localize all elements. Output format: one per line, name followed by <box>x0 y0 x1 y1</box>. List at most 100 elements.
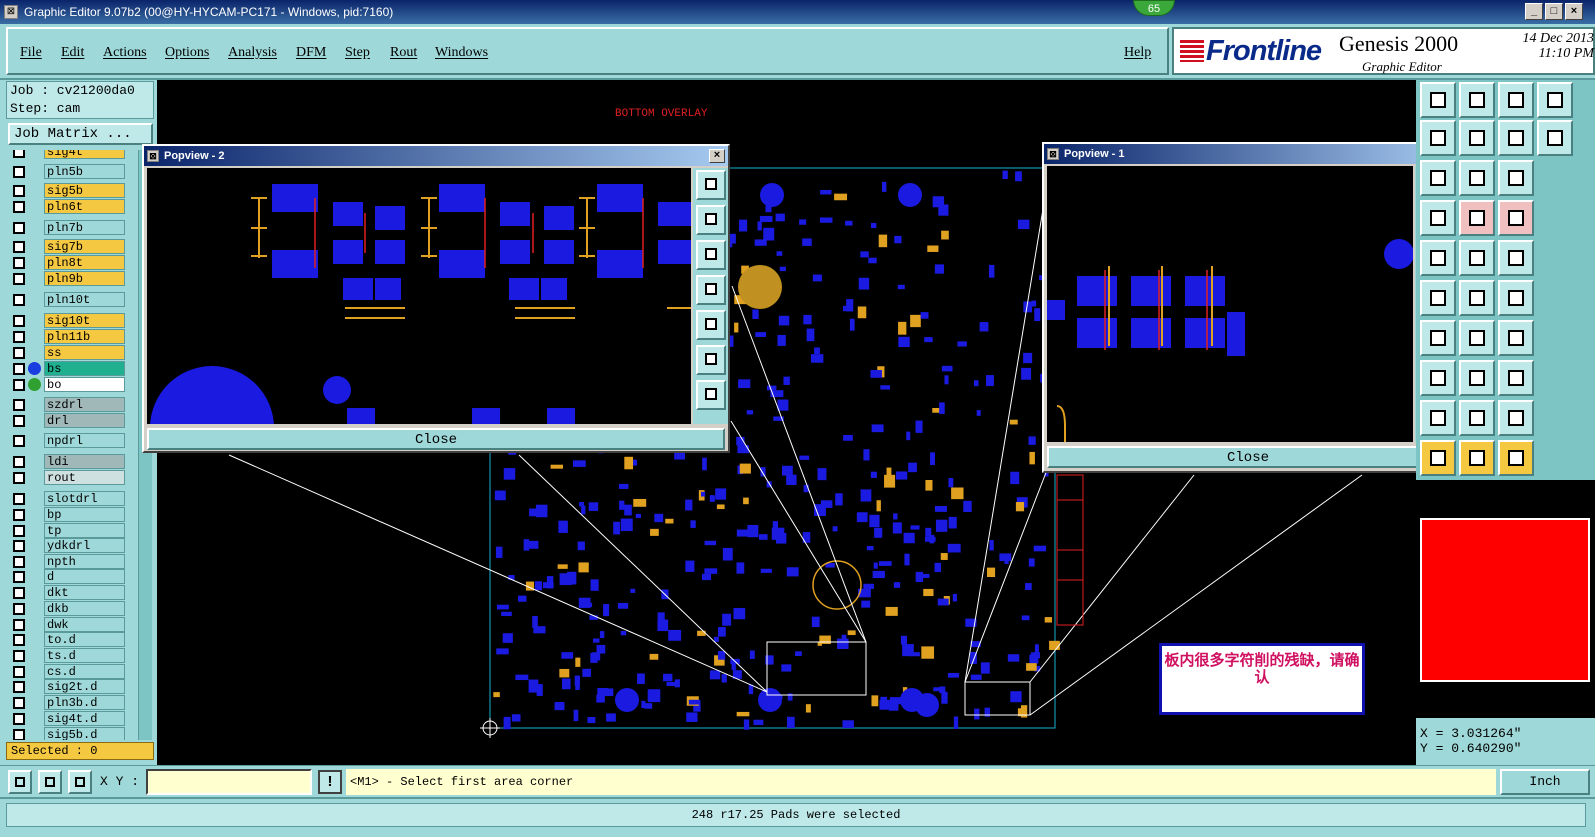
layer-row[interactable]: bp <box>8 507 138 523</box>
layer-name[interactable]: pln6t <box>44 199 125 214</box>
layer-name[interactable]: sig5b <box>44 183 125 198</box>
layer-checkbox[interactable] <box>13 331 25 343</box>
popview-1-viewport[interactable] <box>1047 166 1413 442</box>
tool-layers-alt-icon[interactable] <box>1498 200 1534 236</box>
layer-name[interactable]: npdrl <box>44 433 125 448</box>
layer-name[interactable]: sig2t.d <box>44 679 125 694</box>
layer-active-dot-icon[interactable] <box>28 362 41 375</box>
layer-checkbox[interactable] <box>13 435 25 447</box>
layer-row[interactable]: bs <box>8 361 138 377</box>
layer-checkbox[interactable] <box>13 150 25 158</box>
tool-home-icon[interactable] <box>1498 82 1534 118</box>
layer-name[interactable]: szdrl <box>44 397 125 412</box>
layer-name[interactable]: pln11b <box>44 329 125 344</box>
layer-checkbox[interactable] <box>13 294 25 306</box>
layer-name[interactable]: sig4t.d <box>44 711 125 726</box>
layer-checkbox[interactable] <box>13 493 25 505</box>
snap-grid-icon[interactable] <box>8 770 32 794</box>
popview-zoom-icon[interactable] <box>696 170 726 200</box>
layer-checkbox[interactable] <box>13 713 25 725</box>
layer-name[interactable]: dwk <box>44 617 125 632</box>
tool-text-move-icon[interactable] <box>1498 400 1534 436</box>
tool-grid-icon[interactable] <box>1420 200 1456 236</box>
popview-2-close-icon[interactable]: × <box>709 149 725 163</box>
layer-checkbox[interactable] <box>13 347 25 359</box>
layer-row[interactable]: sig5b.d <box>8 727 138 740</box>
job-matrix-button[interactable]: Job Matrix ... <box>8 123 153 145</box>
tool-page-down-icon[interactable] <box>1459 82 1495 118</box>
layer-row[interactable]: pln5b <box>8 164 138 180</box>
popview-1-window[interactable]: ⊠Popview - 1× Close <box>1042 142 1454 473</box>
layer-checkbox[interactable] <box>13 666 25 678</box>
tool-ruler-icon[interactable] <box>1459 240 1495 276</box>
layer-name[interactable]: pln5b <box>44 164 125 179</box>
tool-copy-icon[interactable] <box>1498 360 1534 396</box>
tool-page-up-icon[interactable] <box>1420 82 1456 118</box>
layer-name[interactable]: sig5b.d <box>44 727 125 740</box>
layer-name[interactable]: d <box>44 569 125 584</box>
layer-row[interactable]: ldi <box>8 454 138 470</box>
tool-arc-icon[interactable] <box>1459 320 1495 356</box>
layer-checkbox[interactable] <box>13 241 25 253</box>
layer-name[interactable]: pln10t <box>44 292 125 307</box>
layer-checkbox[interactable] <box>13 729 25 740</box>
layer-checkbox[interactable] <box>13 634 25 646</box>
tool-move-icon[interactable] <box>1420 120 1456 156</box>
layer-row[interactable]: ydkdrl <box>8 538 138 554</box>
warning-icon[interactable]: ! <box>318 770 342 794</box>
layer-row[interactable]: szdrl <box>8 397 138 413</box>
layer-checkbox[interactable] <box>13 273 25 285</box>
layer-name[interactable]: ss <box>44 345 125 360</box>
layer-name[interactable]: tp <box>44 523 125 538</box>
layer-checkbox[interactable] <box>13 650 25 662</box>
tool-measure-icon[interactable] <box>1420 360 1456 396</box>
layer-row[interactable]: ts.d <box>8 648 138 664</box>
tool-select-net-icon[interactable] <box>1498 440 1534 476</box>
layer-checkbox[interactable] <box>13 540 25 552</box>
layer-list[interactable]: sig4t pln5b sig5b pln6t pln7b sig7b pln8t pln9b… <box>8 150 138 740</box>
popview-pan-left-icon[interactable] <box>696 275 726 305</box>
layer-name[interactable]: sig7b <box>44 239 125 254</box>
popview-2-window[interactable]: ⊠ Popview - 2 × Close <box>142 144 730 453</box>
layer-checkbox[interactable] <box>13 587 25 599</box>
layer-row[interactable]: pln10t <box>8 292 138 308</box>
layer-checkbox[interactable] <box>13 509 25 521</box>
layer-checkbox[interactable] <box>13 472 25 484</box>
layer-name[interactable]: pln8t <box>44 255 125 270</box>
tool-add-icon[interactable] <box>1459 280 1495 316</box>
close-window-button[interactable]: × <box>1565 3 1583 20</box>
layer-checkbox[interactable] <box>13 166 25 178</box>
layer-checkbox[interactable] <box>13 619 25 631</box>
tool-help-icon[interactable] <box>1498 160 1534 196</box>
menu-analysis[interactable]: Analysis <box>228 45 277 61</box>
units-selector[interactable]: Inch <box>1500 769 1590 795</box>
layer-checkbox[interactable] <box>13 525 25 537</box>
layer-name[interactable]: ldi <box>44 454 125 469</box>
popview-2-titlebar[interactable]: ⊠ Popview - 2 × <box>144 146 728 166</box>
layer-name[interactable]: ydkdrl <box>44 538 125 553</box>
menu-help[interactable]: Help <box>1124 45 1151 61</box>
tool-center-icon[interactable] <box>1459 360 1495 396</box>
layer-name[interactable]: pln7b <box>44 220 125 235</box>
layer-name[interactable]: bs <box>44 361 125 376</box>
layer-checkbox[interactable] <box>13 222 25 234</box>
popview-pan-down-icon[interactable] <box>696 240 726 270</box>
layer-row[interactable]: pln6t <box>8 199 138 215</box>
tool-mirror-icon[interactable] <box>1498 120 1534 156</box>
layer-row[interactable]: sig2t.d <box>8 679 138 695</box>
layer-row[interactable]: npdrl <box>8 433 138 449</box>
popview-1-close-button[interactable]: Close <box>1047 446 1449 468</box>
layer-name[interactable]: dkt <box>44 585 125 600</box>
layer-name[interactable]: pln3b.d <box>44 695 125 710</box>
layer-name[interactable]: sig4t <box>44 150 125 159</box>
snap-angle-icon[interactable] <box>38 770 62 794</box>
tool-fill-icon[interactable] <box>1498 320 1534 356</box>
layer-row[interactable]: d <box>8 569 138 585</box>
layer-row[interactable]: sig4t.d <box>8 711 138 727</box>
layer-row[interactable]: sig10t <box>8 313 138 329</box>
tool-layers-icon[interactable] <box>1459 200 1495 236</box>
menu-options[interactable]: Options <box>165 45 209 61</box>
popview-2-viewport[interactable] <box>147 168 691 424</box>
layer-row[interactable]: ss <box>8 345 138 361</box>
layer-checkbox[interactable] <box>13 363 25 375</box>
